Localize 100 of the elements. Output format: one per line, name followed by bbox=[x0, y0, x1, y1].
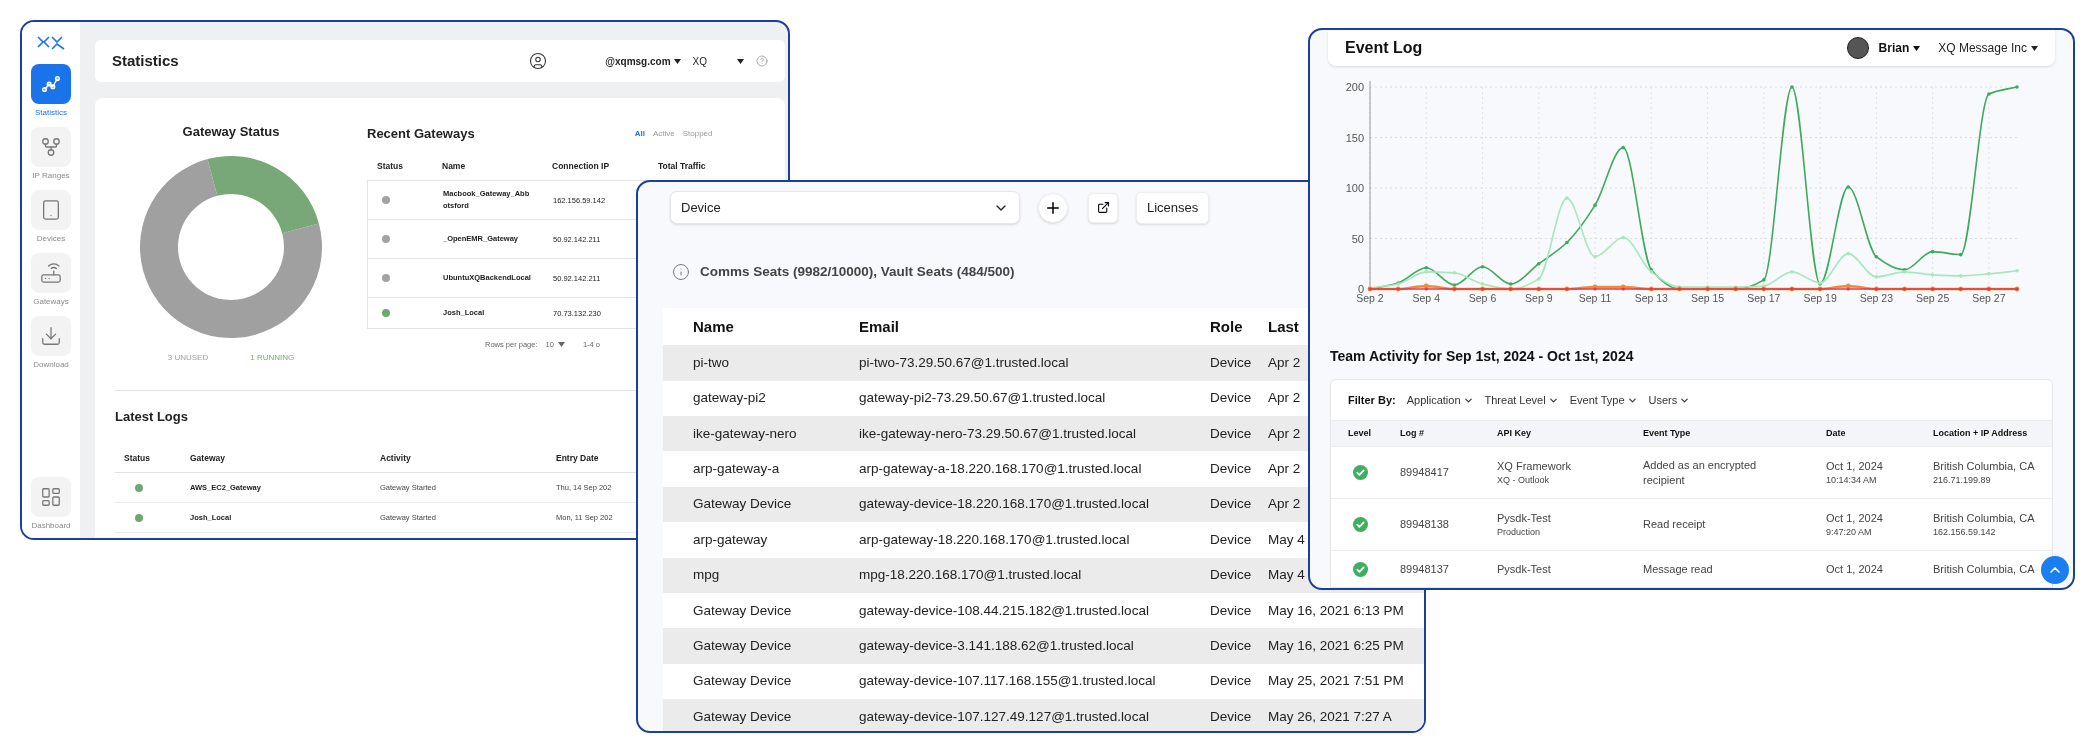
column-header: Level bbox=[1348, 426, 1372, 440]
table-cell-text: Device bbox=[1210, 353, 1253, 372]
table-cell-text: Production bbox=[1497, 526, 1542, 539]
section-title: Latest Logs bbox=[115, 408, 189, 426]
table-cell-text: XQ - Outlook bbox=[1497, 474, 1551, 487]
table-cell-text: Apr 2 bbox=[1268, 495, 1301, 514]
table-cell-text: Pysdk-Test bbox=[1497, 510, 1552, 526]
table-cell-text: 9:47:20 AM bbox=[1826, 526, 1873, 539]
table-cell-text: Gateway Device bbox=[693, 672, 793, 691]
legend-label: 3 UNUSED bbox=[167, 351, 209, 364]
table-cell-text: gateway-device-107.127.49.127@1.trusted.local bbox=[859, 707, 1150, 726]
axis-tick-label: Sep 6 bbox=[1468, 292, 1497, 304]
column-header: Total Traffic bbox=[658, 159, 707, 173]
axis-tick-label: Sep 9 bbox=[1525, 292, 1553, 304]
axis-tick-label: 200 bbox=[1345, 81, 1364, 93]
table-cell-text: Gateway Device bbox=[693, 707, 793, 726]
section-title: Gateway Status bbox=[182, 123, 280, 141]
table-cell-text: mpg bbox=[693, 566, 721, 585]
table-cell-text: 89948138 bbox=[1400, 517, 1450, 533]
section-title: Team Activity for Sep 1st, 2024 - Oct 1st, 2024 bbox=[1330, 347, 1635, 366]
table-cell-text: Added as an encrypted recipient bbox=[1643, 457, 1758, 488]
filter-label: Filter By: bbox=[1348, 392, 1396, 408]
axis-tick-label: Sep 4 bbox=[1412, 292, 1440, 304]
axis-tick-label: Sep 17 bbox=[1747, 292, 1781, 304]
table-cell-text: arp-gateway-a-18.220.168.170@1.trusted.local bbox=[859, 460, 1143, 478]
table-cell-text: gateway-device-3.141.188.62@1.trusted.local bbox=[859, 636, 1135, 655]
table-cell-text: 162.156.59.142 bbox=[1933, 526, 1997, 539]
table-cell-text: May 16, 2021 6:13 PM bbox=[1268, 601, 1404, 620]
table-cell-text: gateway-device-18.220.168.170@1.trusted.local bbox=[859, 495, 1150, 514]
table-cell-text: 10:14:34 AM bbox=[1826, 474, 1878, 487]
section-title: Recent Gateways bbox=[367, 125, 475, 143]
table-cell-text: Read receipt bbox=[1643, 517, 1707, 532]
table-cell-text: Gateway Device bbox=[693, 495, 793, 514]
table-cell-text: Device bbox=[1210, 495, 1253, 514]
column-header: Location + IP Address bbox=[1933, 426, 2029, 440]
table-cell-text: pi-two bbox=[693, 353, 730, 372]
table-cell-text: British Columbia, CA bbox=[1933, 561, 2036, 577]
table-cell-text: Gateway Device bbox=[693, 636, 793, 655]
table-cell-text: Apr 2 bbox=[1268, 389, 1301, 408]
table-cell-text: May 4 bbox=[1268, 530, 1305, 549]
axis-tick-label: Sep 15 bbox=[1690, 292, 1725, 304]
axis-tick-label: Sep 19 bbox=[1803, 292, 1837, 304]
table-cell-text: Gateway Device bbox=[693, 601, 793, 620]
column-header: Date bbox=[1826, 426, 1847, 440]
axis-tick-label: Sep 11 bbox=[1578, 292, 1612, 304]
table-cell-text: Device bbox=[1210, 636, 1253, 655]
table-cell-text: May 25, 2021 7:51 PM bbox=[1268, 672, 1404, 691]
table-cell-text: Device bbox=[1210, 707, 1253, 726]
axis-tick-label: 150 bbox=[1345, 131, 1364, 144]
table-cell-text: Device bbox=[1210, 672, 1253, 691]
axis-tick-label: Sep 23 bbox=[1859, 292, 1893, 304]
table-cell-text: gateway-pi2-73.29.50.67@1.trusted.local bbox=[859, 389, 1107, 408]
table-cell-text: Apr 2 bbox=[1268, 424, 1301, 443]
column-header: Gateway bbox=[190, 451, 226, 465]
table-cell-text: arp-gateway-18.220.168.170@1.trusted.local bbox=[859, 530, 1131, 549]
table-cell-text: May 4 bbox=[1268, 566, 1305, 585]
column-header: Log # bbox=[1400, 426, 1425, 440]
table-cell-text: XQ Framework bbox=[1497, 458, 1572, 474]
table-cell-text: gateway-pi2 bbox=[693, 389, 767, 408]
table-cell-text: mpg-18.220.168.170@1.trusted.local bbox=[859, 566, 1083, 585]
axis-tick-label: 0 bbox=[1357, 283, 1364, 295]
table-cell-text: Pysdk-Test bbox=[1497, 561, 1552, 577]
table-cell-text: Device bbox=[1210, 601, 1253, 620]
table-cell-text: Oct 1, 2024 bbox=[1826, 510, 1884, 526]
table-cell-text: pi-two-73.29.50.67@1.trusted.local bbox=[859, 353, 1070, 372]
column-header: Status bbox=[376, 159, 404, 173]
column-header: Connection IP bbox=[552, 159, 611, 173]
column-header: Name bbox=[442, 159, 467, 173]
table-cell-text: 216.71.199.89 bbox=[1933, 474, 1992, 487]
column-header: Event Type bbox=[1643, 426, 1692, 440]
table-cell-text: British Columbia, CA bbox=[1933, 458, 2036, 474]
table-cell-text: Apr 2 bbox=[1268, 353, 1301, 372]
page-title: Event Log bbox=[1345, 38, 1423, 58]
table-cell-text: British Columbia, CA bbox=[1933, 510, 2036, 526]
table-cell-text: Device bbox=[1210, 460, 1253, 478]
table-cell-text: Message read bbox=[1643, 561, 1714, 577]
table-cell-text: Oct 1, 2024 bbox=[1826, 561, 1884, 577]
table-cell-text: Device bbox=[1210, 566, 1253, 585]
table-cell-text: Device bbox=[1210, 389, 1253, 408]
table-cell-text: ike-gateway-nero-73.29.50.67@1.trusted.local bbox=[859, 424, 1138, 443]
table-cell-text: arp-gateway-a bbox=[693, 460, 781, 478]
legend-label: 1 RUNNING bbox=[250, 351, 295, 364]
column-header: Activity bbox=[380, 451, 412, 465]
column-header: Name bbox=[693, 316, 735, 337]
table-cell-text: ike-gateway-nero bbox=[693, 424, 798, 443]
axis-tick-label: 100 bbox=[1345, 182, 1364, 194]
axis-tick-label: Sep 13 bbox=[1634, 292, 1668, 304]
axis-tick-label: Sep 27 bbox=[1972, 292, 2006, 304]
table-cell-text: Apr 2 bbox=[1268, 460, 1301, 478]
column-header: Role bbox=[1210, 316, 1244, 337]
table-cell-text: gateway-device-108.44.215.182@1.trusted.local bbox=[859, 601, 1150, 620]
axis-tick-label: Sep 25 bbox=[1915, 292, 1950, 304]
column-header: Entry Date bbox=[556, 451, 600, 465]
seats-info: Comms Seats (9982/10000), Vault Seats (484/500) bbox=[700, 263, 1015, 281]
table-cell-text: 89948417 bbox=[1400, 465, 1450, 481]
column-header: Status bbox=[123, 451, 151, 465]
table-cell-text: arp-gateway bbox=[693, 530, 769, 549]
table-cell-text: May 16, 2021 6:25 PM bbox=[1268, 636, 1404, 655]
table-cell-text: Device bbox=[1210, 530, 1253, 549]
axis-tick-label: Sep 2 bbox=[1356, 292, 1384, 304]
